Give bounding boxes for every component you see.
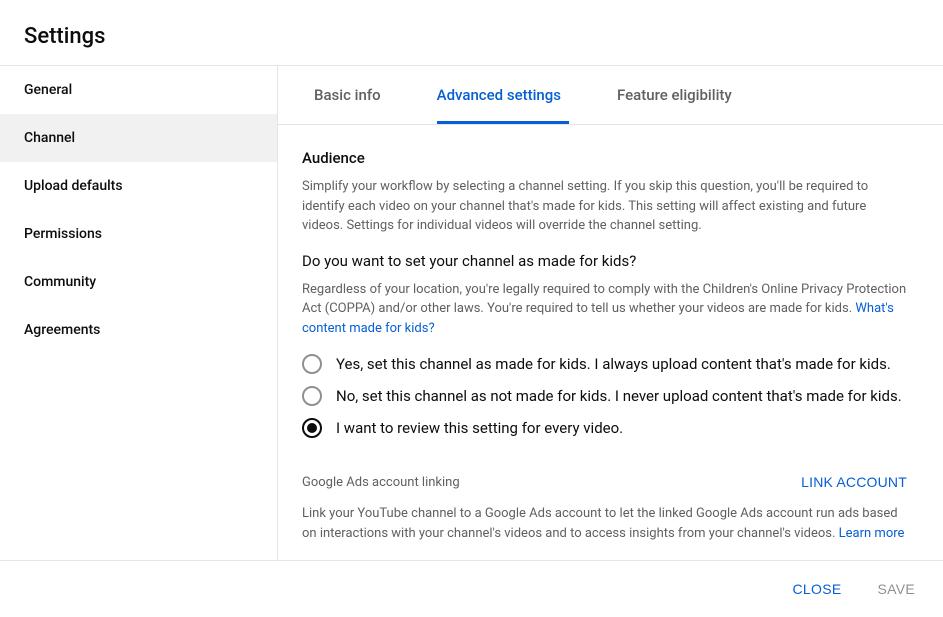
tab-basic-info[interactable]: Basic info <box>302 66 413 124</box>
tab-advanced-settings[interactable]: Advanced settings <box>437 66 593 124</box>
radio-icon <box>302 354 322 374</box>
link-account-button[interactable]: LINK ACCOUNT <box>801 474 907 490</box>
sidebar-item-upload-defaults[interactable]: Upload defaults <box>0 162 277 210</box>
radio-label: Yes, set this channel as made for kids. … <box>336 355 891 373</box>
radio-option-not-kids[interactable]: No, set this channel as not made for kid… <box>302 386 907 406</box>
radio-icon-selected <box>302 418 322 438</box>
radio-icon <box>302 386 322 406</box>
ads-learn-more-link[interactable]: Learn more <box>839 526 905 541</box>
dialog-footer: CLOSE SAVE <box>0 560 943 617</box>
settings-sidebar: General Channel Upload defaults Permissi… <box>0 66 278 560</box>
audience-radio-group: Yes, set this channel as made for kids. … <box>302 354 907 438</box>
sidebar-item-community[interactable]: Community <box>0 258 277 306</box>
sidebar-item-permissions[interactable]: Permissions <box>0 210 277 258</box>
save-button[interactable]: SAVE <box>873 573 919 605</box>
page-title: Settings <box>24 24 919 49</box>
radio-label: No, set this channel as not made for kid… <box>336 387 902 405</box>
main-panel: Basic info Advanced settings Feature eli… <box>278 66 943 560</box>
ads-desc-text: Link your YouTube channel to a Google Ad… <box>302 506 898 541</box>
close-button[interactable]: CLOSE <box>789 573 846 605</box>
audience-section-title: Audience <box>302 149 907 167</box>
radio-option-review-each[interactable]: I want to review this setting for every … <box>302 418 907 438</box>
sidebar-item-agreements[interactable]: Agreements <box>0 306 277 354</box>
content-wrapper: General Channel Upload defaults Permissi… <box>0 65 943 560</box>
ads-linking-desc: Link your YouTube channel to a Google Ad… <box>302 504 907 543</box>
settings-header: Settings <box>0 0 943 65</box>
audience-legal-text: Regardless of your location, you're lega… <box>302 282 906 317</box>
ads-linking-header: Google Ads account linking LINK ACCOUNT <box>302 474 907 490</box>
radio-label: I want to review this setting for every … <box>336 419 623 437</box>
radio-option-yes-kids[interactable]: Yes, set this channel as made for kids. … <box>302 354 907 374</box>
tab-feature-eligibility[interactable]: Feature eligibility <box>617 66 764 124</box>
tabs-bar: Basic info Advanced settings Feature eli… <box>278 66 943 125</box>
advanced-settings-panel: Audience Simplify your workflow by selec… <box>278 125 943 560</box>
audience-question: Do you want to set your channel as made … <box>302 252 907 270</box>
sidebar-item-general[interactable]: General <box>0 66 277 114</box>
sidebar-item-channel[interactable]: Channel <box>0 114 277 162</box>
ads-linking-title: Google Ads account linking <box>302 475 460 490</box>
audience-section-desc: Simplify your workflow by selecting a ch… <box>302 177 907 236</box>
audience-legal-desc: Regardless of your location, you're lega… <box>302 280 907 339</box>
